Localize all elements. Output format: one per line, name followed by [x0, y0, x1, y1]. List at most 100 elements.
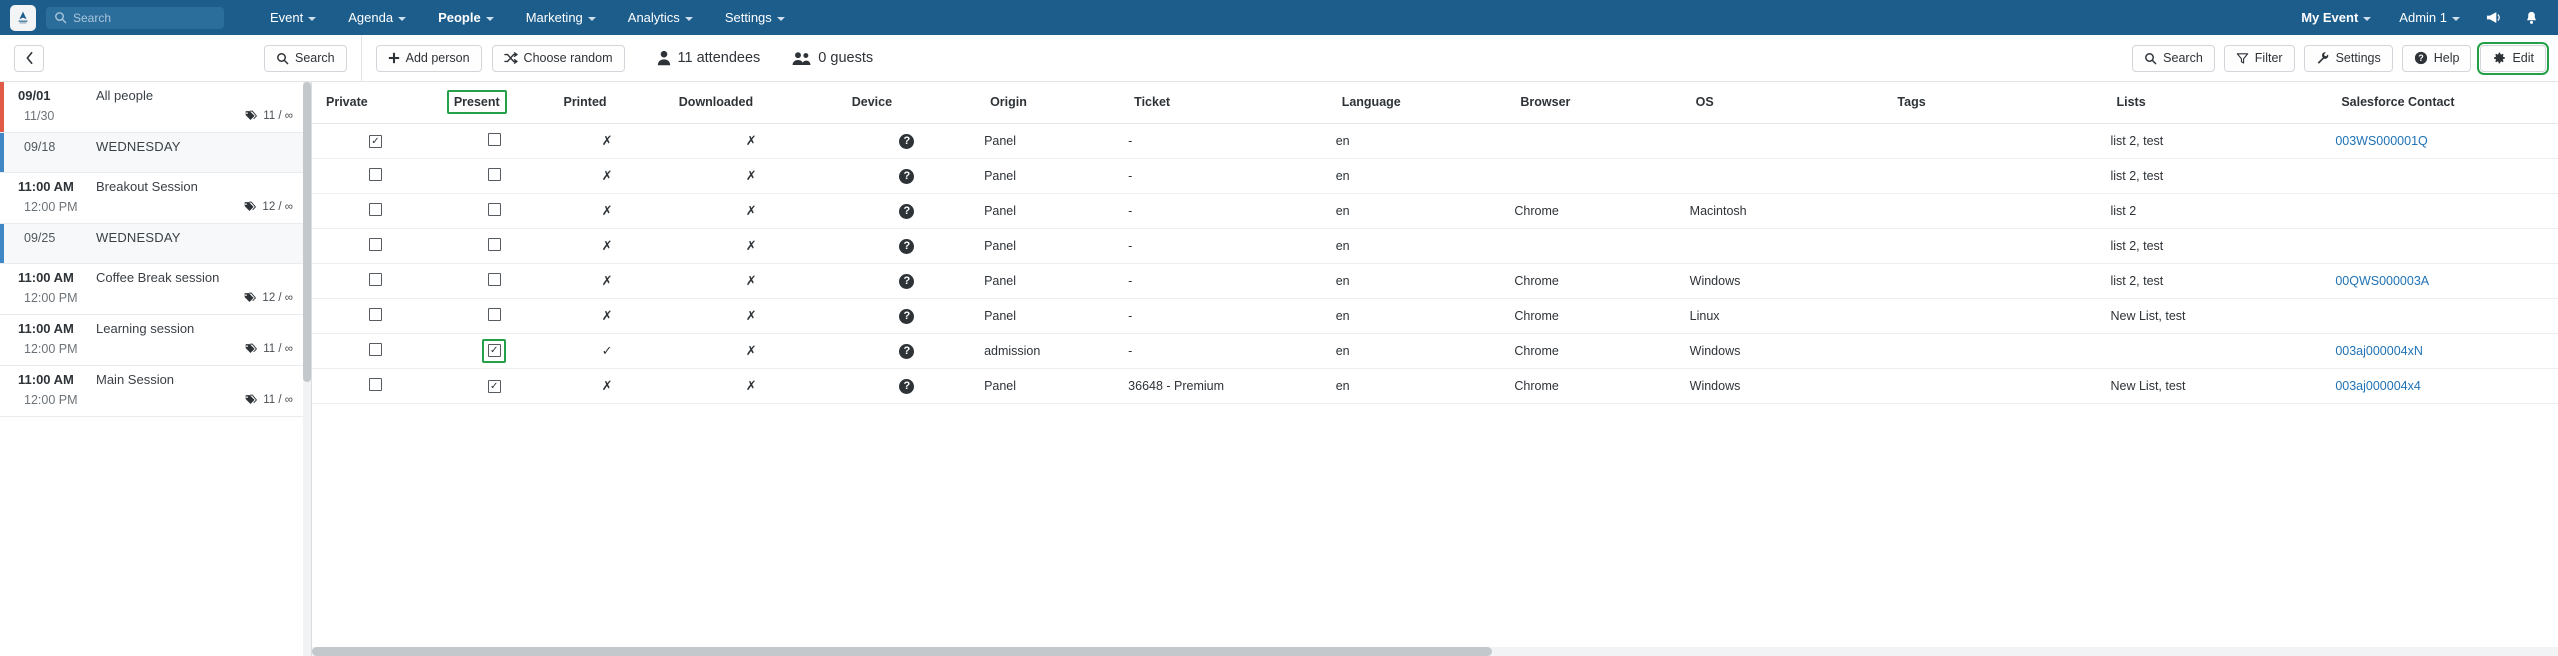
column-header-origin[interactable]: Origin [976, 82, 1121, 124]
column-header-tags[interactable]: Tags [1883, 82, 2103, 124]
table-row[interactable]: ✗ ✗? Panel - en Chrome Windows list 2, test 00QW… [312, 263, 2558, 299]
cell-private[interactable]: ✓ [312, 123, 439, 159]
attendees-table-container[interactable]: Private Present Printed Downloaded Device Ori… [312, 82, 2558, 656]
column-header-ticket[interactable]: Ticket [1120, 82, 1328, 124]
salesforce-contact-link[interactable]: 003WS000001Q [2335, 134, 2427, 148]
cell-private[interactable] [312, 228, 439, 264]
nav-item-event[interactable]: Event [254, 0, 332, 35]
table-row[interactable]: ✗ ✗? Panel - en list 2, test [312, 228, 2558, 264]
nav-item-analytics[interactable]: Analytics [612, 0, 709, 35]
cell-private[interactable] [312, 333, 439, 369]
help-button[interactable]: ? Help [2401, 44, 2472, 72]
checkbox[interactable] [487, 237, 501, 251]
sidebar-scrollbar[interactable] [303, 82, 311, 656]
checkbox[interactable]: ✓ [368, 135, 382, 149]
back-button[interactable] [14, 44, 44, 72]
checkbox[interactable]: ✓ [487, 380, 501, 394]
nav-item-marketing[interactable]: Marketing [510, 0, 612, 35]
column-header-printed[interactable]: Printed [549, 82, 665, 124]
cell-private[interactable] [312, 193, 439, 229]
cell-salesforce[interactable]: 003WS000001Q [2327, 123, 2558, 159]
column-header-private[interactable]: Private [312, 82, 439, 124]
bell-icon[interactable] [2512, 0, 2550, 35]
agenda-session-row[interactable]: 11:00 AM Main Session 12:00 PM 11 / ∞ [0, 366, 311, 417]
cell-salesforce[interactable]: 003aj000004xN [2327, 333, 2558, 369]
checkbox[interactable] [368, 377, 382, 391]
account-menu[interactable]: Admin 1 [2385, 0, 2474, 35]
salesforce-contact-link[interactable]: 003aj000004x4 [2335, 379, 2421, 393]
column-header-present[interactable]: Present [438, 82, 550, 124]
nav-item-agenda[interactable]: Agenda [332, 0, 422, 35]
checkbox[interactable] [487, 202, 501, 216]
sidebar-scrollbar-thumb[interactable] [303, 82, 311, 382]
checkbox[interactable] [368, 202, 382, 216]
checkbox[interactable] [368, 342, 382, 356]
agenda-session-row[interactable]: 11:00 AM Learning session 12:00 PM 11 / ∞ [0, 315, 311, 366]
cell-present[interactable]: ✓ [438, 333, 550, 369]
column-header-downloaded[interactable]: Downloaded [664, 82, 838, 124]
choose-random-button[interactable]: Choose random [491, 44, 625, 72]
cell-salesforce[interactable] [2327, 298, 2558, 334]
settings-button[interactable]: Settings [2303, 44, 2393, 72]
salesforce-contact-link[interactable]: 00QWS000003A [2335, 274, 2429, 288]
column-header-language[interactable]: Language [1327, 82, 1507, 124]
column-header-lists[interactable]: Lists [2102, 82, 2328, 124]
cell-salesforce[interactable]: 003aj000004x4 [2327, 368, 2558, 404]
agenda-session-row[interactable]: 11:00 AM Coffee Break session 12:00 PM 12 /… [0, 264, 311, 315]
cell-private[interactable] [312, 263, 439, 299]
megaphone-icon[interactable] [2474, 0, 2512, 35]
checkbox[interactable] [487, 167, 501, 181]
table-row[interactable]: ✗ ✗? Panel - en list 2, test [312, 158, 2558, 194]
cell-present[interactable] [438, 193, 550, 229]
add-person-button[interactable]: Add person [375, 44, 482, 72]
checkbox[interactable] [368, 167, 382, 181]
checkbox[interactable] [368, 307, 382, 321]
checkbox[interactable] [368, 237, 382, 251]
table-row[interactable]: ✗ ✗? Panel - en Chrome Linux New List, test [312, 298, 2558, 334]
agenda-sidebar[interactable]: 09/01 All people 11/30 11 / ∞ 09/18 WEDNESDAY… [0, 82, 312, 656]
cell-present[interactable]: ✓ [438, 368, 550, 404]
checkbox[interactable]: ✓ [487, 344, 501, 357]
table-row[interactable]: ✓ ✗ ✗? Panel - en list 2, test 003WS000001Q [312, 123, 2558, 159]
search-input[interactable] [73, 10, 216, 25]
cell-present[interactable] [438, 158, 550, 194]
checkbox[interactable] [487, 307, 501, 321]
app-logo-icon[interactable] [10, 4, 36, 31]
cell-present[interactable] [438, 123, 550, 159]
agenda-day-row[interactable]: 09/25 WEDNESDAY [0, 224, 311, 264]
checkbox[interactable] [487, 272, 501, 286]
cell-salesforce[interactable] [2327, 193, 2558, 229]
column-header-salesforce[interactable]: Salesforce Contact [2327, 82, 2558, 124]
list-search-button[interactable]: Search [264, 44, 347, 72]
agenda-session-row[interactable]: 09/01 All people 11/30 11 / ∞ [0, 82, 311, 133]
global-search-box[interactable] [46, 6, 224, 29]
column-header-browser[interactable]: Browser [1506, 82, 1682, 124]
edit-button[interactable]: Edit [2477, 41, 2549, 75]
cell-private[interactable] [312, 158, 439, 194]
agenda-day-row[interactable]: 09/18 WEDNESDAY [0, 133, 311, 173]
checkbox[interactable] [368, 272, 382, 286]
nav-item-settings[interactable]: Settings [709, 0, 801, 35]
table-row[interactable]: ✓ ✗ ✗? Panel 36648 - Premium en Chrome Windows N… [312, 368, 2558, 404]
cell-private[interactable] [312, 368, 439, 404]
table-row[interactable]: ✓ ✓ ✗? admission - en Chrome Windows 003aj000004… [312, 333, 2558, 369]
filter-button[interactable]: Filter [2223, 44, 2295, 72]
table-horizontal-scrollbar[interactable] [312, 647, 2558, 656]
column-header-device[interactable]: Device [837, 82, 977, 124]
cell-salesforce[interactable]: 00QWS000003A [2327, 263, 2558, 299]
table-scrollbar-thumb[interactable] [312, 647, 1492, 656]
cell-salesforce[interactable] [2327, 228, 2558, 264]
table-row[interactable]: ✗ ✗? Panel - en Chrome Macintosh list 2 [312, 193, 2558, 229]
column-header-os[interactable]: OS [1681, 82, 1884, 124]
highlighted-checkbox-wrapper[interactable]: ✓ [482, 338, 507, 363]
agenda-session-row[interactable]: 11:00 AM Breakout Session 12:00 PM 12 / ∞ [0, 173, 311, 224]
nav-item-people[interactable]: People [422, 0, 510, 35]
cell-present[interactable] [438, 263, 550, 299]
salesforce-contact-link[interactable]: 003aj000004xN [2335, 344, 2423, 358]
cell-present[interactable] [438, 228, 550, 264]
cell-salesforce[interactable] [2327, 158, 2558, 194]
event-selector[interactable]: My Event [2287, 0, 2385, 35]
checkbox[interactable] [487, 132, 501, 146]
cell-private[interactable] [312, 298, 439, 334]
search-button[interactable]: Search [2132, 44, 2215, 72]
